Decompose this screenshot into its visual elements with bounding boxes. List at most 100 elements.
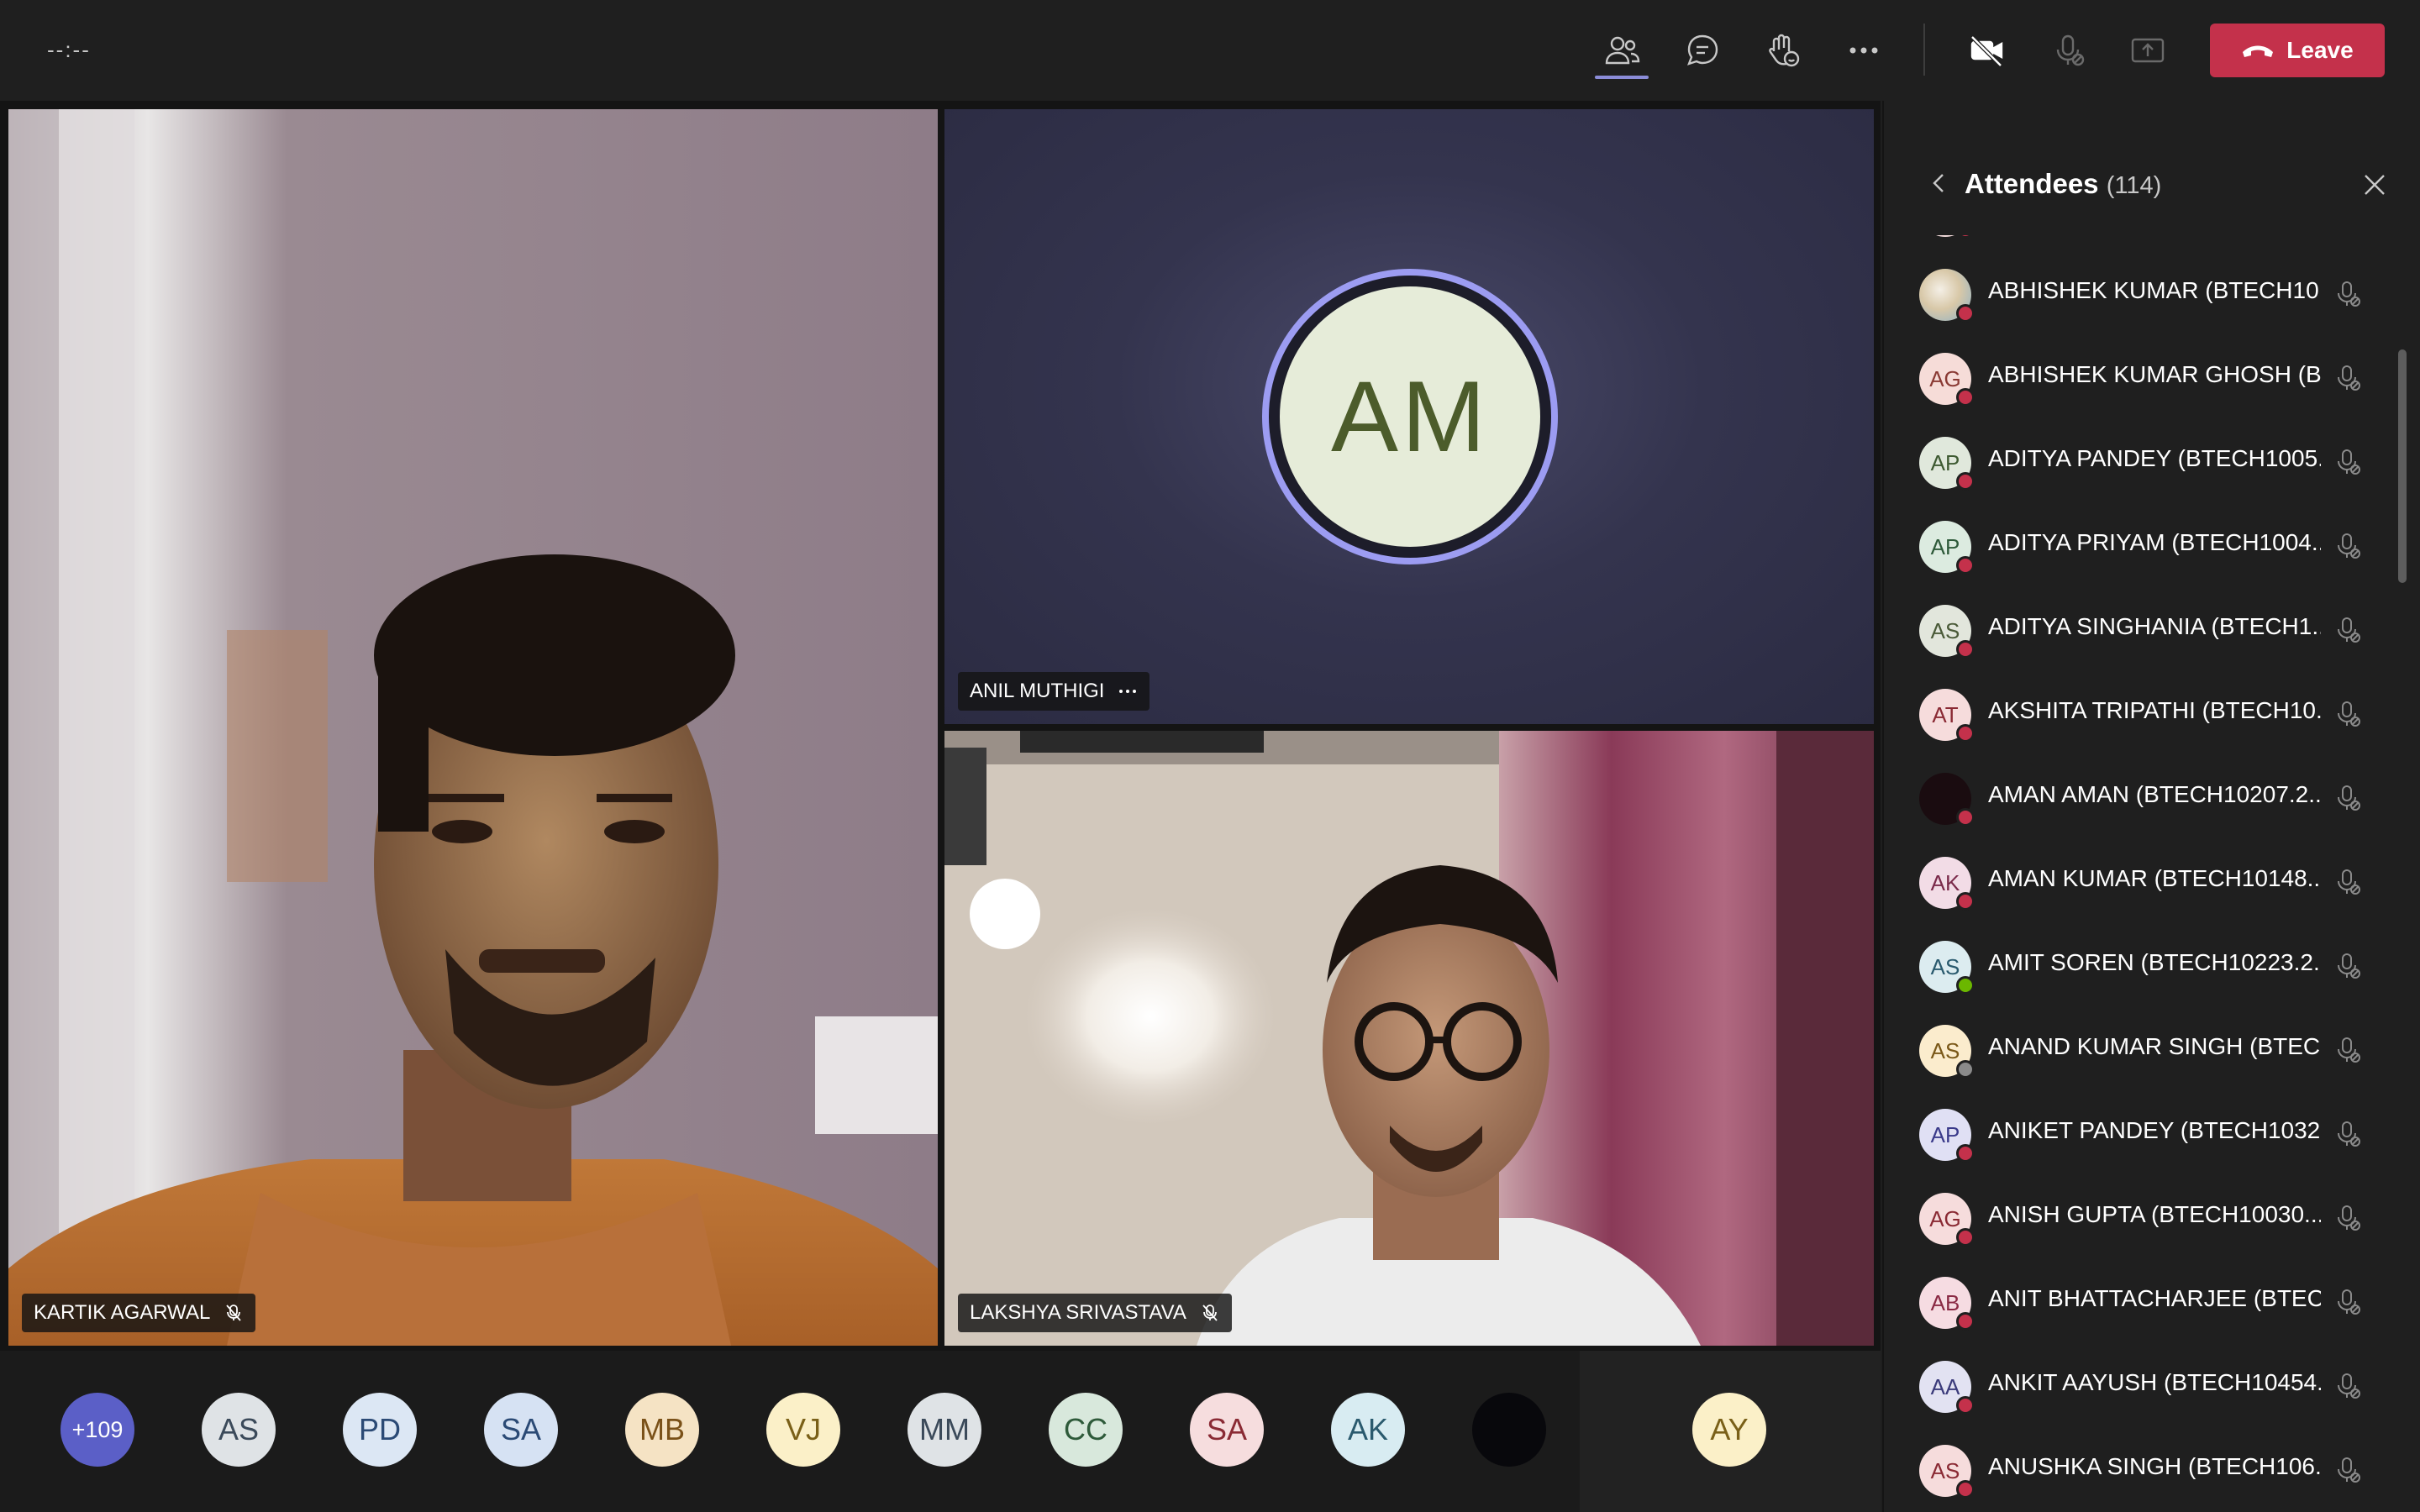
- attendee-name: ABHISHEK KUMAR GHOSH (B...: [1988, 361, 2321, 387]
- attendee-avatar: AG: [1919, 353, 1975, 407]
- attendee-row[interactable]: AG ABHISHEK KUMAR GHOSH (B...: [1884, 336, 2388, 420]
- leave-button[interactable]: Leave: [2210, 24, 2385, 77]
- attendee-initials: AS: [1930, 1037, 1960, 1063]
- attendee-initials: AS: [1930, 953, 1960, 979]
- presence-busy-icon: [1956, 1144, 1975, 1163]
- mic-muted-icon: [1202, 1305, 1218, 1321]
- participant-name-tag: KARTIK AGARWAL: [22, 1294, 256, 1332]
- attendee-row[interactable]: AS AMIT SOREN (BTECH10223.2...: [1884, 924, 2388, 1008]
- mic-disabled-icon: [2338, 869, 2360, 895]
- presence-busy-icon: [1956, 640, 1975, 659]
- strip-avatar[interactable]: SA: [484, 1393, 558, 1467]
- attendee-name: ADITYA PANDEY (BTECH1005...: [1988, 445, 2321, 471]
- top-bar: --:-- Leave: [0, 0, 2420, 101]
- mic-disabled-icon: [2338, 1289, 2360, 1315]
- strip-avatar[interactable]: MB: [625, 1393, 699, 1467]
- self-avatar[interactable]: AY: [1692, 1393, 1766, 1467]
- attendee-row[interactable]: AP ADITYA PANDEY (BTECH1005...: [1884, 420, 2388, 504]
- mic-disabled-icon: [2338, 449, 2360, 475]
- toolbar-divider: [1923, 24, 1925, 76]
- raise-hand-button[interactable]: [1756, 25, 1810, 76]
- mic-disabled-icon: [2338, 281, 2360, 307]
- attendee-count: (114): [2106, 172, 2162, 199]
- presence-busy-icon: [1956, 388, 1975, 407]
- attendee-row[interactable]: AB ANIT BHATTACHARJEE (BTEC...: [1884, 1260, 2388, 1344]
- participant-avatar: AM: [1262, 269, 1558, 564]
- strip-avatar[interactable]: CC: [1049, 1393, 1123, 1467]
- attendee-list[interactable]: ABHISHEK KUMAR (BTECH10... AG ABHISHEK KUM…: [1884, 235, 2420, 1512]
- overflow-participants-button[interactable]: +109: [60, 1393, 134, 1467]
- attendees-title: Attendees: [1965, 168, 2099, 199]
- attendee-row[interactable]: [1884, 235, 2388, 252]
- participant-name: LAKSHYA SRIVASTAVA: [970, 1301, 1186, 1324]
- camera-toggle-button[interactable]: [1960, 25, 2013, 76]
- people-button[interactable]: [1595, 25, 1649, 79]
- attendee-row[interactable]: AA ANKIT AAYUSH (BTECH10454...: [1884, 1344, 2388, 1428]
- attendee-initials: AA: [1930, 1373, 1960, 1399]
- attendee-avatar: AK: [1919, 857, 1975, 911]
- attendee-row[interactable]: AS ANUSHKA SINGH (BTECH106...: [1884, 1428, 2388, 1512]
- attendee-row[interactable]: AP ANIKET PANDEY (BTECH1032...: [1884, 1092, 2388, 1176]
- close-icon[interactable]: [2361, 171, 2388, 198]
- attendee-row[interactable]: AT AKSHITA TRIPATHI (BTECH10...: [1884, 672, 2388, 756]
- attendee-name: AMAN AMAN (BTECH10207.2...: [1988, 781, 2321, 807]
- mic-disabled-icon: [2338, 701, 2360, 727]
- more-options-button[interactable]: [1837, 25, 1891, 76]
- attendee-row[interactable]: AS ADITYA SINGHANIA (BTECH1...: [1884, 588, 2388, 672]
- attendee-avatar: AP: [1919, 521, 1975, 575]
- presence-available-icon: [1956, 976, 1975, 995]
- strip-avatar[interactable]: AS: [202, 1393, 276, 1467]
- video-tile-lakshya[interactable]: LAKSHYA SRIVASTAVA: [944, 731, 1874, 1346]
- attendee-row[interactable]: ABHISHEK KUMAR (BTECH10...: [1884, 252, 2388, 336]
- self-view: AY: [1580, 1351, 1881, 1512]
- attendee-name: ADITYA SINGHANIA (BTECH1...: [1988, 613, 2321, 639]
- attendee-name: AMAN KUMAR (BTECH10148....: [1988, 865, 2321, 891]
- attendee-name: ANKIT AAYUSH (BTECH10454...: [1988, 1369, 2321, 1395]
- video-tile-kartik[interactable]: KARTIK AGARWAL: [8, 109, 938, 1346]
- scrollbar[interactable]: [2398, 349, 2407, 583]
- chat-icon: [1686, 34, 1718, 66]
- strip-avatar[interactable]: SA: [1190, 1393, 1264, 1467]
- attendee-avatar: AB: [1919, 1277, 1975, 1331]
- attendee-avatar: AS: [1919, 605, 1975, 659]
- mic-disabled-icon: [2338, 785, 2360, 811]
- mic-disabled-icon: [2338, 1457, 2360, 1483]
- more-icon[interactable]: [1118, 681, 1138, 701]
- attendee-initials: AP: [1930, 449, 1960, 475]
- mic-disabled-icon: [2338, 533, 2360, 559]
- presence-busy-icon: [1956, 304, 1975, 323]
- attendee-row[interactable]: AP ADITYA PRIYAM (BTECH1004...: [1884, 504, 2388, 588]
- mic-disabled-icon: [2338, 953, 2360, 979]
- attendee-avatar: AG: [1919, 1193, 1975, 1247]
- presence-busy-icon: [1956, 724, 1975, 743]
- attendee-row[interactable]: AMAN AMAN (BTECH10207.2...: [1884, 756, 2388, 840]
- attendee-row[interactable]: AS ANAND KUMAR SINGH (BTEC...: [1884, 1008, 2388, 1092]
- strip-avatar[interactable]: VJ: [766, 1393, 840, 1467]
- video-stage: KARTIK AGARWAL AM ANIL MUTHIGI LAKSHYA S…: [0, 101, 1881, 1512]
- strip-avatar[interactable]: PD: [343, 1393, 417, 1467]
- chat-button[interactable]: [1676, 25, 1729, 76]
- participant-video: [944, 731, 1874, 1346]
- video-tile-anil[interactable]: AM ANIL MUTHIGI: [944, 109, 1874, 724]
- participant-name: KARTIK AGARWAL: [34, 1301, 211, 1324]
- raise-hand-icon: [1769, 34, 1800, 67]
- back-icon[interactable]: [1928, 171, 1951, 195]
- attendee-row[interactable]: AK AMAN KUMAR (BTECH10148....: [1884, 840, 2388, 924]
- strip-avatar[interactable]: MM: [908, 1393, 981, 1467]
- strip-avatar[interactable]: AK: [1331, 1393, 1405, 1467]
- attendee-initials: AS: [1930, 1457, 1960, 1483]
- mic-disabled-icon: [2338, 1121, 2360, 1147]
- share-button[interactable]: [2121, 25, 2175, 76]
- mic-disabled-icon: [2056, 34, 2085, 66]
- mic-disabled-icon: [2338, 1205, 2360, 1231]
- mic-toggle-button[interactable]: [2042, 25, 2096, 76]
- participant-name-tag: LAKSHYA SRIVASTAVA: [958, 1294, 1232, 1332]
- attendee-row[interactable]: AG ANISH GUPTA (BTECH10030....: [1884, 1176, 2388, 1260]
- strip-avatar[interactable]: [1472, 1393, 1546, 1467]
- attendee-initials: AP: [1930, 533, 1960, 559]
- people-icon: [1605, 36, 1640, 65]
- share-icon: [2131, 38, 2165, 63]
- attendee-avatar: [1919, 235, 1975, 239]
- attendee-avatar: AS: [1919, 941, 1975, 995]
- attendee-avatar: AP: [1919, 437, 1975, 491]
